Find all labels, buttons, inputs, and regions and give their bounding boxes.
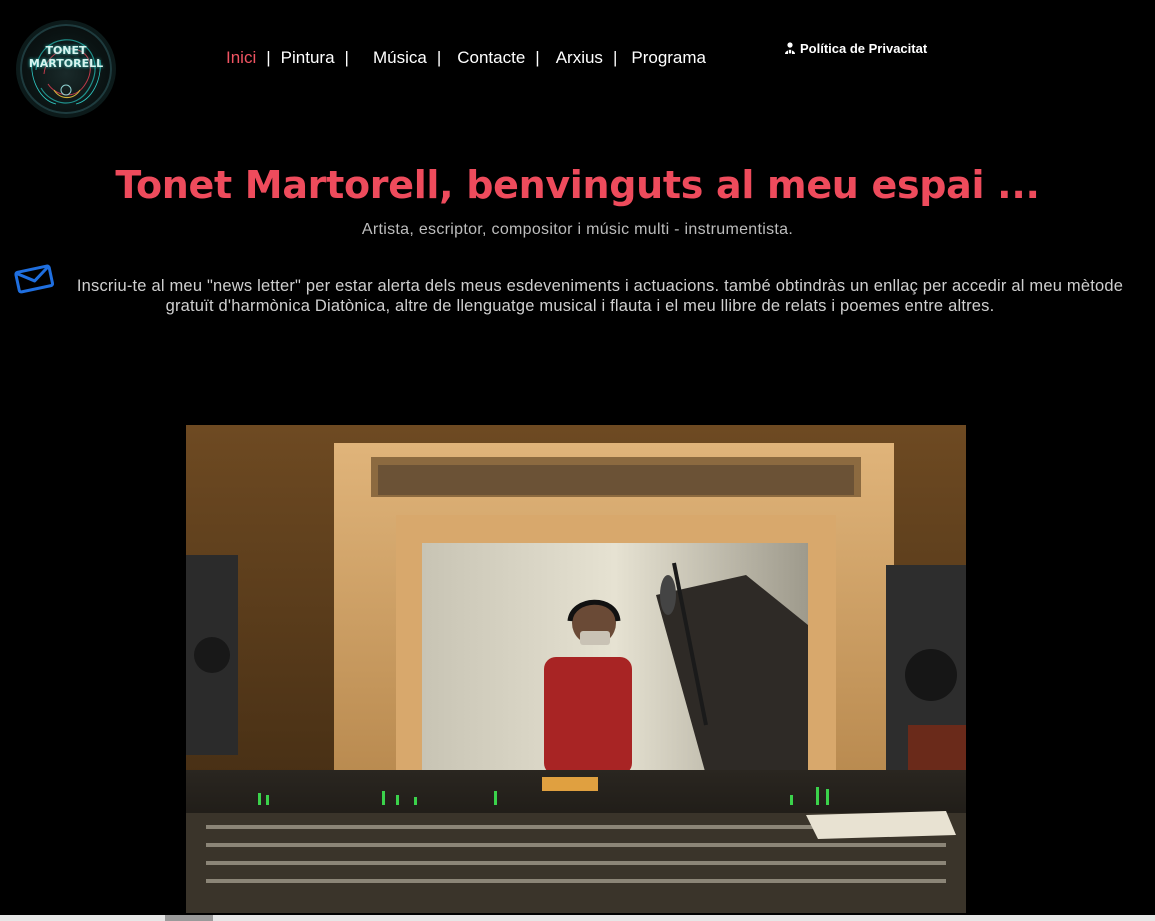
nav-separator: | [612,48,618,67]
site-logo[interactable]: TONET MARTORELL [20,24,112,114]
studio-photo [186,425,966,913]
main-nav: Inici | Pintura | Música | Contacte | Ar… [226,46,706,70]
nav-item-arxius[interactable]: Arxius [556,48,603,68]
studio-photo-image [186,425,966,913]
nav-item-musica[interactable]: Música [373,48,427,68]
nav-separator: | [436,48,442,67]
nav-item-inici[interactable]: Inici [226,48,256,68]
nav-item-pintura[interactable]: Pintura [281,48,335,68]
user-shield-icon [785,42,795,54]
logo-line-2: MARTORELL [28,57,104,70]
logo-line-1: TONET [45,44,87,57]
page-subtitle: Artista, escriptor, compositor i músic m… [361,221,794,238]
horizontal-scrollbar[interactable] [0,915,1155,921]
logo-text: TONET MARTORELL [20,44,112,70]
scrollbar-thumb[interactable] [165,915,213,921]
nav-item-contacte[interactable]: Contacte [457,48,525,68]
newsletter-text: Inscriu-te al meu "news letter" per esta… [76,277,1124,315]
nav-separator: | [344,48,349,67]
privacy-policy-label: Política de Privacitat [800,41,928,56]
privacy-policy-link[interactable]: Política de Privacitat [784,41,927,56]
nav-separator: | [535,48,540,67]
nav-item-programa[interactable]: Programa [631,48,706,68]
nav-separator: | [266,48,271,67]
page-title: Tonet Martorell, benvinguts al meu espai… [115,163,1040,207]
